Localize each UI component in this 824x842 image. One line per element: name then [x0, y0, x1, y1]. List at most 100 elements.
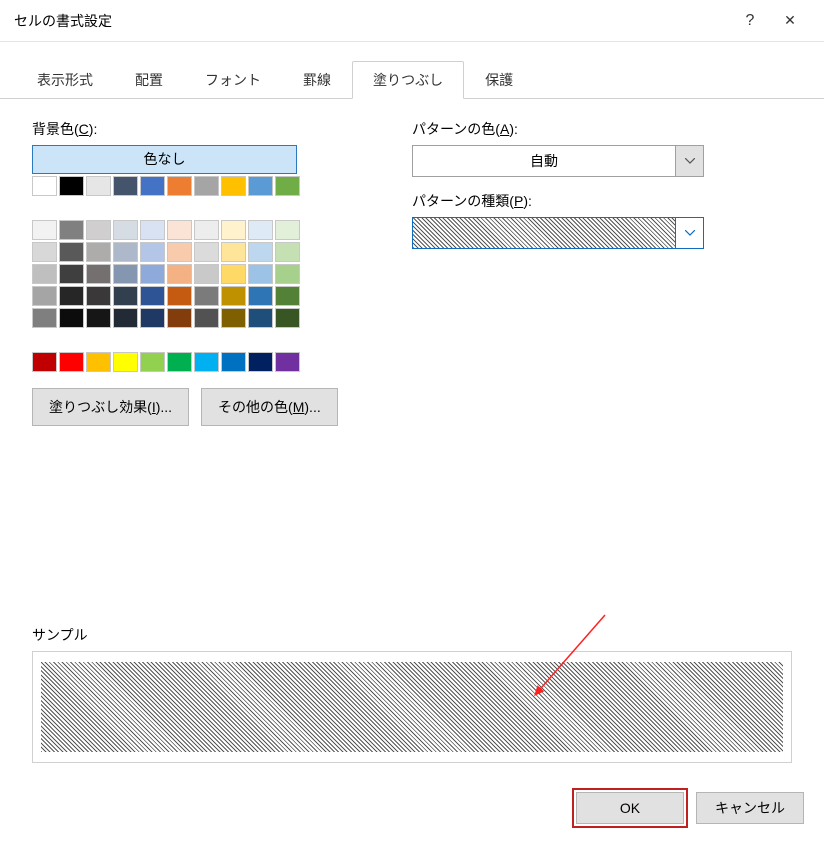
color-swatch[interactable]: [59, 352, 84, 372]
pattern-style-dropdown[interactable]: [412, 217, 704, 249]
color-swatch[interactable]: [248, 242, 273, 262]
color-swatch[interactable]: [194, 242, 219, 262]
tab-4[interactable]: 塗りつぶし: [352, 61, 464, 99]
color-swatch[interactable]: [32, 264, 57, 284]
color-swatch[interactable]: [113, 220, 138, 240]
color-swatch[interactable]: [32, 308, 57, 328]
color-swatch[interactable]: [32, 352, 57, 372]
sample-group: サンプル: [32, 625, 792, 763]
color-swatch[interactable]: [275, 308, 300, 328]
color-swatch[interactable]: [248, 264, 273, 284]
fill-effects-button[interactable]: 塗りつぶし効果(I)...: [32, 388, 189, 426]
color-swatch[interactable]: [248, 286, 273, 306]
color-swatch[interactable]: [113, 264, 138, 284]
color-swatch[interactable]: [194, 286, 219, 306]
pattern-color-dropdown[interactable]: 自動: [412, 145, 704, 177]
color-swatch[interactable]: [167, 176, 192, 196]
color-swatch[interactable]: [221, 176, 246, 196]
color-swatch[interactable]: [248, 176, 273, 196]
color-swatch[interactable]: [167, 242, 192, 262]
color-swatch[interactable]: [59, 220, 84, 240]
color-swatch[interactable]: [113, 286, 138, 306]
no-color-button[interactable]: 色なし: [32, 145, 297, 174]
color-swatch[interactable]: [167, 286, 192, 306]
color-swatch[interactable]: [113, 308, 138, 328]
color-swatch[interactable]: [59, 176, 84, 196]
color-swatch[interactable]: [113, 242, 138, 262]
color-swatch[interactable]: [248, 308, 273, 328]
color-swatch[interactable]: [275, 220, 300, 240]
tab-strip: 表示形式配置フォント罫線塗りつぶし保護: [0, 42, 824, 99]
color-swatch[interactable]: [59, 242, 84, 262]
color-swatch[interactable]: [86, 176, 111, 196]
color-swatch[interactable]: [275, 286, 300, 306]
color-swatch[interactable]: [275, 176, 300, 196]
bgcolor-label: 背景色(C):: [32, 119, 392, 139]
color-swatch[interactable]: [86, 308, 111, 328]
color-swatch[interactable]: [113, 352, 138, 372]
color-swatch[interactable]: [86, 220, 111, 240]
chevron-down-icon: [675, 218, 703, 248]
color-swatch[interactable]: [32, 220, 57, 240]
color-swatch[interactable]: [221, 352, 246, 372]
color-swatch[interactable]: [140, 308, 165, 328]
color-swatch[interactable]: [194, 308, 219, 328]
color-swatch[interactable]: [194, 220, 219, 240]
color-swatch[interactable]: [113, 176, 138, 196]
tab-0[interactable]: 表示形式: [16, 61, 114, 99]
swatch-separator: [32, 330, 57, 336]
color-swatch[interactable]: [194, 176, 219, 196]
tab-3[interactable]: 罫線: [282, 61, 352, 99]
color-swatch[interactable]: [221, 286, 246, 306]
tab-2[interactable]: フォント: [184, 61, 282, 99]
color-swatch[interactable]: [167, 308, 192, 328]
color-swatch[interactable]: [248, 220, 273, 240]
color-swatch[interactable]: [194, 352, 219, 372]
color-swatch[interactable]: [140, 352, 165, 372]
color-swatch[interactable]: [275, 264, 300, 284]
sample-frame: [32, 651, 792, 763]
dialog-footer: OK キャンセル: [0, 774, 824, 842]
cancel-button[interactable]: キャンセル: [696, 792, 804, 824]
color-swatch[interactable]: [86, 264, 111, 284]
color-swatch[interactable]: [86, 242, 111, 262]
color-swatch[interactable]: [248, 352, 273, 372]
more-colors-button[interactable]: その他の色(M)...: [201, 388, 338, 426]
color-swatch[interactable]: [221, 220, 246, 240]
color-swatch[interactable]: [32, 286, 57, 306]
swatch-separator: [32, 198, 57, 204]
color-swatch[interactable]: [59, 308, 84, 328]
color-swatch[interactable]: [275, 242, 300, 262]
color-swatch[interactable]: [221, 264, 246, 284]
color-swatch[interactable]: [86, 352, 111, 372]
sample-preview: [41, 662, 783, 752]
color-swatch[interactable]: [140, 242, 165, 262]
color-swatch[interactable]: [140, 286, 165, 306]
pattern-color-label: パターンの色(A):: [412, 119, 792, 139]
color-swatch[interactable]: [275, 352, 300, 372]
color-swatch[interactable]: [221, 308, 246, 328]
color-swatch[interactable]: [59, 286, 84, 306]
color-swatch[interactable]: [194, 264, 219, 284]
color-swatch[interactable]: [140, 264, 165, 284]
color-swatch[interactable]: [32, 176, 57, 196]
color-swatch[interactable]: [59, 264, 84, 284]
color-swatch[interactable]: [167, 352, 192, 372]
tab-5[interactable]: 保護: [464, 61, 534, 99]
tab-1[interactable]: 配置: [114, 61, 184, 99]
ok-button[interactable]: OK: [576, 792, 684, 824]
chevron-down-icon: [675, 146, 703, 176]
color-swatch[interactable]: [167, 264, 192, 284]
help-button[interactable]: ?: [730, 12, 770, 30]
color-swatch[interactable]: [140, 176, 165, 196]
pattern-color-value: 自動: [413, 146, 675, 176]
color-swatch[interactable]: [167, 220, 192, 240]
window-title: セルの書式設定: [14, 11, 730, 31]
color-swatch[interactable]: [221, 242, 246, 262]
color-swatch[interactable]: [140, 220, 165, 240]
color-swatch[interactable]: [32, 242, 57, 262]
color-swatch[interactable]: [86, 286, 111, 306]
sample-label: サンプル: [32, 625, 792, 645]
close-button[interactable]: ✕: [770, 12, 810, 29]
pattern-style-label: パターンの種類(P):: [412, 191, 792, 211]
